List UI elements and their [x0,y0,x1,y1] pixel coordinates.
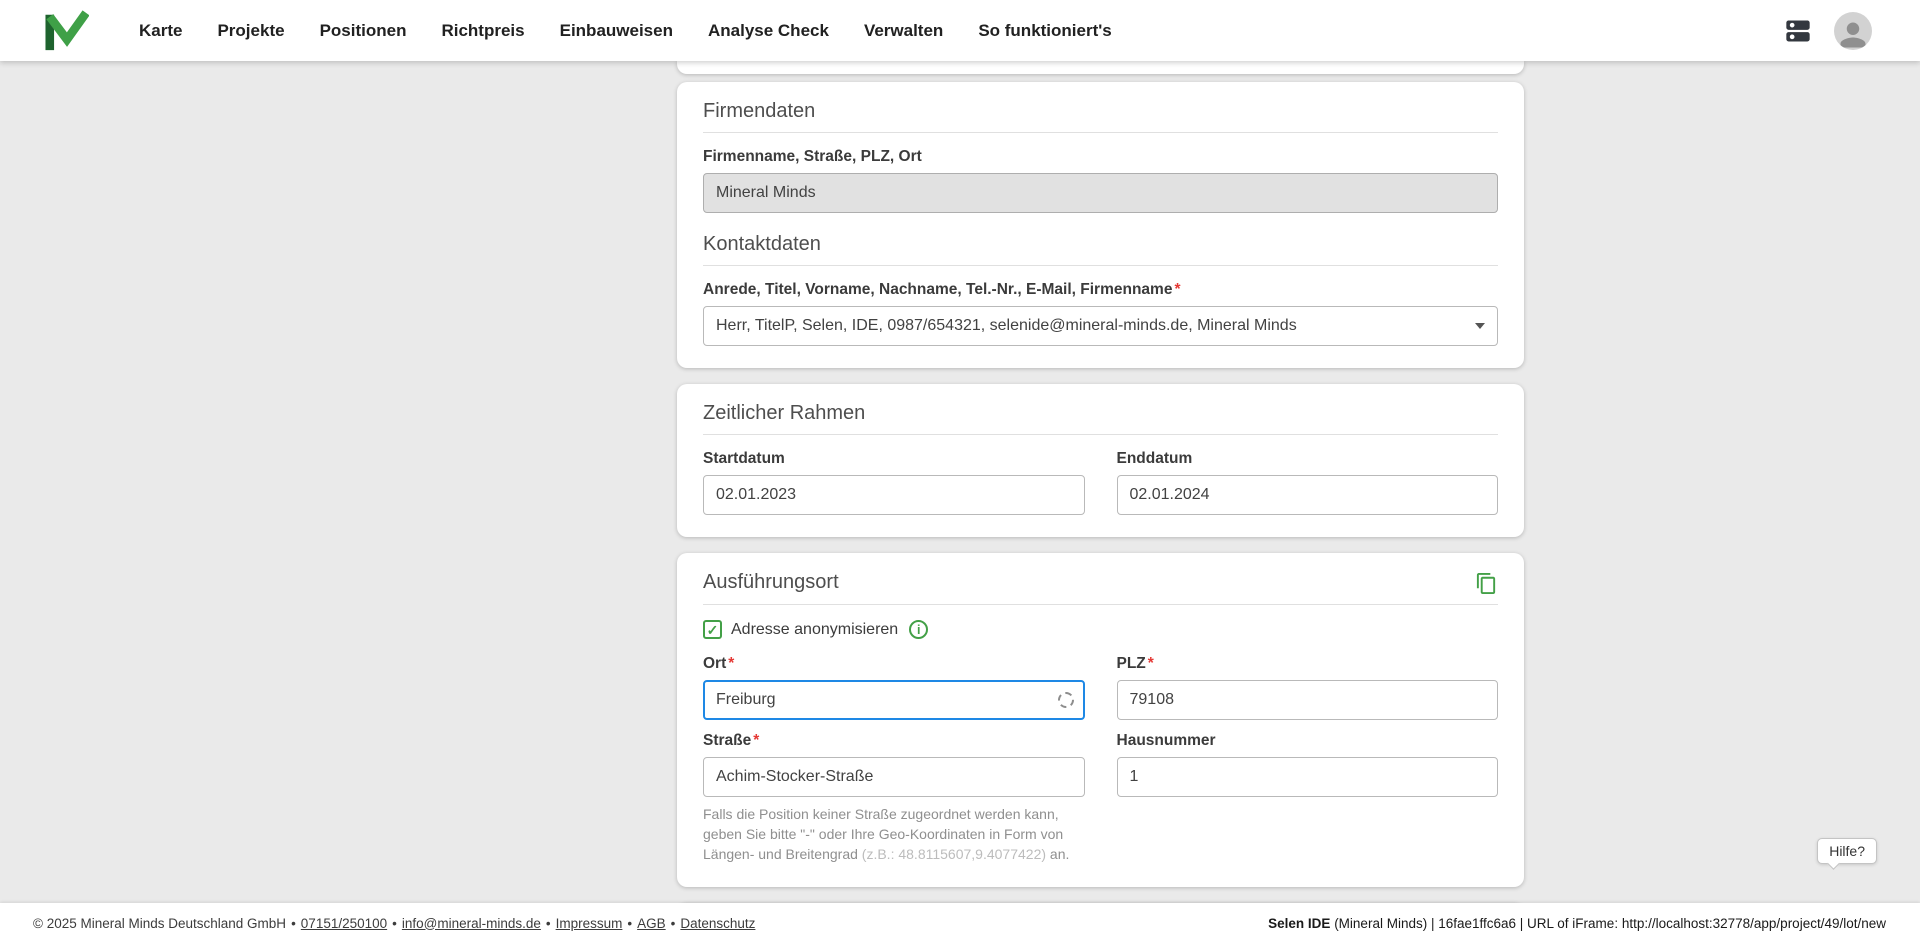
footer-link-impressum[interactable]: Impressum [556,916,623,931]
server-icon[interactable] [1784,17,1812,45]
strasse-label: Straße* [703,732,1085,750]
nav-item-projekte[interactable]: Projekte [217,21,284,41]
plz-label-text: PLZ [1117,655,1146,672]
required-asterisk: * [1174,281,1180,298]
enddatum-field: Enddatum [1117,435,1499,515]
nav-item-positionen[interactable]: Positionen [320,21,407,41]
copyright-text: © 2025 Mineral Minds Deutschland GmbH [33,916,286,931]
ort-input[interactable] [703,680,1085,720]
help-button[interactable]: Hilfe? [1817,838,1877,864]
nav-item-richtpreis[interactable]: Richtpreis [441,21,524,41]
footer-link-datenschutz[interactable]: Datenschutz [680,916,755,931]
ort-label: Ort* [703,655,1085,673]
divider [703,132,1498,133]
card-ausfuehrungsort: Ausführungsort ✓ Adresse anonymisieren i… [677,553,1524,887]
hausnummer-field: Hausnummer [1117,732,1499,797]
plz-field: PLZ* [1117,655,1499,720]
plz-label: PLZ* [1117,655,1499,673]
nav-item-einbauweisen[interactable]: Einbauweisen [560,21,673,41]
strasse-hint: Falls die Position keiner Straße zugeord… [703,805,1085,865]
top-navigation: Karte Projekte Positionen Richtpreis Ein… [0,0,1920,61]
nav-item-so-funktionierts[interactable]: So funktioniert's [978,21,1111,41]
chevron-down-icon [1475,323,1485,329]
enddatum-input[interactable] [1117,475,1499,515]
card-partial-top [677,61,1524,74]
hint-suffix: an. [1046,846,1069,862]
logo[interactable] [43,10,89,52]
section-title-firmendaten: Firmendaten [703,100,1498,123]
section-title-ausfuehrungsort: Ausführungsort [703,571,839,594]
hausnummer-input[interactable] [1117,757,1499,797]
footer-separator: • [392,916,397,931]
firmenname-label: Firmenname, Straße, PLZ, Ort [703,148,1498,166]
footer-left: © 2025 Mineral Minds Deutschland GmbH • … [33,916,755,931]
footer-status: Selen IDE (Mineral Minds) | 16fae1ffc6a6… [1268,916,1886,931]
footer-separator: • [291,916,296,931]
startdatum-input[interactable] [703,475,1085,515]
divider [703,604,1498,605]
main-nav: Karte Projekte Positionen Richtpreis Ein… [139,21,1112,41]
footer-link-email[interactable]: info@mineral-minds.de [402,916,541,931]
copy-icon[interactable] [1475,572,1498,595]
ort-label-text: Ort [703,655,726,672]
required-asterisk: * [753,732,759,749]
required-asterisk: * [728,655,734,672]
enddatum-label: Enddatum [1117,450,1499,468]
plz-input[interactable] [1117,680,1499,720]
info-icon-glyph: i [917,623,920,637]
divider [703,265,1498,266]
hint-example: (z.B.: 48.8115607,9.4077422) [862,846,1046,862]
startdatum-label: Startdatum [703,450,1085,468]
footer-status-app: Selen IDE [1268,916,1330,931]
loading-spinner-icon [1058,692,1074,708]
kontakt-select[interactable]: Herr, TitelP, Selen, IDE, 0987/654321, s… [703,306,1498,346]
startdatum-field: Startdatum [703,435,1085,515]
check-icon: ✓ [707,623,719,637]
footer-link-agb[interactable]: AGB [637,916,666,931]
section-title-zeitlicher-rahmen: Zeitlicher Rahmen [703,402,1498,425]
strasse-label-text: Straße [703,732,751,749]
strasse-field: Straße* [703,732,1085,797]
kontakt-label-text: Anrede, Titel, Vorname, Nachname, Tel.-N… [703,281,1172,298]
info-icon[interactable]: i [909,620,928,639]
anonymize-checkbox[interactable]: ✓ [703,620,722,639]
footer-separator: • [627,916,632,931]
card-zeitlicher-rahmen: Zeitlicher Rahmen Startdatum Enddatum [677,384,1524,537]
footer: © 2025 Mineral Minds Deutschland GmbH • … [0,903,1920,943]
kontakt-label: Anrede, Titel, Vorname, Nachname, Tel.-N… [703,281,1498,299]
anonymize-label: Adresse anonymisieren [731,621,898,639]
user-icon [1838,20,1868,50]
nav-item-karte[interactable]: Karte [139,21,182,41]
footer-separator: • [546,916,551,931]
required-asterisk: * [1148,655,1154,672]
nav-item-analyse-check[interactable]: Analyse Check [708,21,829,41]
strasse-input[interactable] [703,757,1085,797]
hausnummer-label: Hausnummer [1117,732,1499,750]
card-firmendaten: Firmendaten Firmenname, Straße, PLZ, Ort… [677,82,1524,368]
footer-separator: • [671,916,676,931]
topbar-actions [1784,12,1872,50]
main-content: Firmendaten Firmenname, Straße, PLZ, Ort… [677,61,1524,937]
section-title-kontaktdaten: Kontaktdaten [703,233,1498,256]
mineral-minds-logo-icon [43,10,89,52]
kontakt-select-value: Herr, TitelP, Selen, IDE, 0987/654321, s… [716,317,1297,335]
footer-link-phone[interactable]: 07151/250100 [301,916,387,931]
nav-item-verwalten[interactable]: Verwalten [864,21,943,41]
ort-field: Ort* [703,655,1085,720]
footer-status-details: (Mineral Minds) | 16fae1ffc6a6 | URL of … [1330,916,1886,931]
firmenname-input[interactable] [703,173,1498,213]
avatar[interactable] [1834,12,1872,50]
